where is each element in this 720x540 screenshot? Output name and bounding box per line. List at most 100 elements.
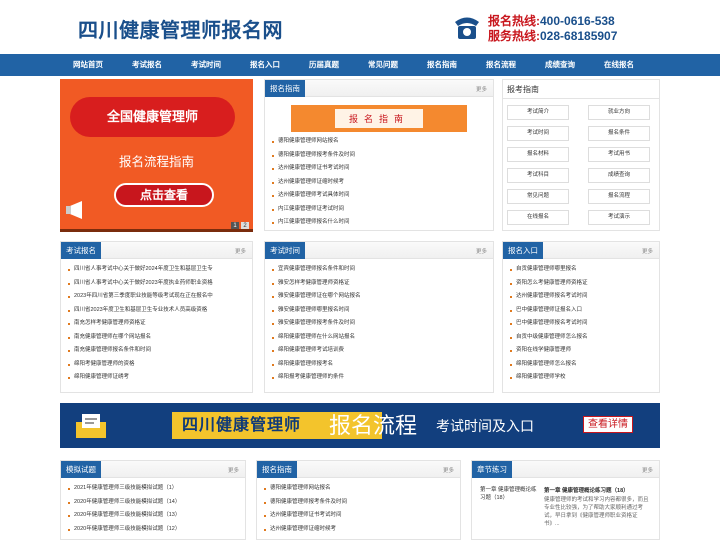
nav-item[interactable]: 常见问题 xyxy=(353,54,412,76)
list-item[interactable]: 德阳健康管理师报考条件及时间 xyxy=(272,149,487,163)
list-item[interactable]: 南充怎样考健康管理师资格证 xyxy=(68,317,246,331)
guide-image[interactable]: 报名指南 xyxy=(291,105,467,132)
phone-icon xyxy=(455,17,479,39)
nav-item[interactable]: 考试报名 xyxy=(117,54,176,76)
exam-reg-list: 四川省人事考试中心关于做好2024年度卫生和基层卫生专 四川省人事考试中心关于做… xyxy=(61,259,252,385)
exam-guide-button[interactable]: 报名流程 xyxy=(588,189,650,204)
exam-guide-grid: 考试简介 就业方向 考试时间 报名条件 报名材料 考试用书 考试科目 成绩查询 … xyxy=(503,99,659,225)
more-link[interactable]: 更多 xyxy=(476,247,487,255)
list-item[interactable]: 雅安健康管理师哪里报名时间 xyxy=(272,304,487,318)
list-item[interactable]: 雅安健康管理师证在哪个网站报名 xyxy=(272,290,487,304)
list-item[interactable]: 绵阳健康管理师证绣考 xyxy=(68,371,246,385)
list-item[interactable]: 四川省人事考试中心关于做好2024年度卫生和基层卫生专 xyxy=(68,263,246,277)
list-item[interactable]: 四川省人事考试中心关于做好2023年度执业药师职业资格 xyxy=(68,277,246,291)
exam-guide-button[interactable]: 成绩查询 xyxy=(588,168,650,183)
list-item[interactable]: 资阳怎么考健康管理师资格证 xyxy=(510,277,653,291)
list-item[interactable]: 雅安健康管理师报考条件及时间 xyxy=(272,317,487,331)
list-item[interactable]: 达州健康管理师证书考试时间 xyxy=(272,162,487,176)
list-item[interactable]: 2023年四川省第三季度职业技能等级考试现在正在报名中 xyxy=(68,290,246,304)
exam-guide-box: 报考指南 考试简介 就业方向 考试时间 报名条件 报名材料 考试用书 考试科目 … xyxy=(502,79,660,231)
chapter-description: 健康管理师的考试和学习内容都很多，而且专业性比较强，为了帮助大家顺利通过考试，早… xyxy=(544,497,649,527)
site-title[interactable]: 四川健康管理师报名网 xyxy=(78,14,283,43)
banner-stripe xyxy=(60,229,253,232)
nav-item[interactable]: 成绩查询 xyxy=(530,54,589,76)
exam-guide-button[interactable]: 考试科目 xyxy=(507,168,569,183)
list-item[interactable]: 2021年健康管理师三级技能模拟试题（1） xyxy=(68,482,239,496)
chapter-image[interactable]: 第一章 健康管理概论练习题（18） xyxy=(480,486,542,514)
guide-image-text: 报名指南 xyxy=(334,109,423,128)
guide-panel: 报名指南 更多 报名指南 德阳健康管理师网站报名 德阳健康管理师报考条件及时间 … xyxy=(264,79,494,231)
list-item[interactable]: 绵阳报考健康管理师的条件 xyxy=(272,371,487,385)
more-link[interactable]: 更多 xyxy=(228,466,239,474)
view-details-button[interactable]: 查看详情 xyxy=(583,416,633,433)
process-banner[interactable]: 四川健康管理师 报名流程 考试时间及入口 查看详情 xyxy=(60,403,660,448)
nav-item[interactable]: 报名指南 xyxy=(412,54,471,76)
panel-header: 章节练习 更多 xyxy=(472,461,659,478)
exam-guide-button[interactable]: 常见问题 xyxy=(507,189,569,204)
exam-guide-button[interactable]: 就业方向 xyxy=(588,105,650,120)
hotline-2: 服务热线:028-68185907 xyxy=(488,29,618,43)
list-item[interactable]: 宜宾健康管理师报名条件和时间 xyxy=(272,263,487,277)
list-item[interactable]: 自贡健康管理师哪里报名 xyxy=(510,263,653,277)
list-item[interactable]: 巴中健康管理师证报名入口 xyxy=(510,304,653,318)
nav-item[interactable]: 在线报名 xyxy=(589,54,648,76)
panel-title[interactable]: 模拟试题 xyxy=(61,461,101,478)
exam-guide-button[interactable]: 报名材料 xyxy=(507,147,569,162)
list-item[interactable]: 2020年健康管理师三级技能模拟试题（14） xyxy=(68,496,239,510)
panel-title[interactable]: 报名指南 xyxy=(265,80,305,97)
list-item[interactable]: 德阳健康管理师报考条件及时间 xyxy=(264,496,454,510)
list-item[interactable]: 内江健康管理师报名什么时间 xyxy=(272,216,487,230)
nav-item[interactable]: 考试时间 xyxy=(176,54,235,76)
exam-guide-button[interactable]: 考试用书 xyxy=(588,147,650,162)
chapter-heading[interactable]: 第一章 健康管理概论练习题（18） xyxy=(544,486,629,494)
list-item[interactable]: 达州健康管理师考试具体时间 xyxy=(272,189,487,203)
list-item[interactable]: 2020年健康管理师三级技能模拟试题（12） xyxy=(68,523,239,537)
more-link[interactable]: 更多 xyxy=(642,466,653,474)
list-item[interactable]: 绵阳考健康管理师的资格 xyxy=(68,358,246,372)
panel-title[interactable]: 考试时间 xyxy=(265,242,305,259)
list-item[interactable]: 雅安怎样考健康管理师资格证 xyxy=(272,277,487,291)
list-item[interactable]: 巴中健康管理师报名考试时间 xyxy=(510,317,653,331)
list-item[interactable]: 2020年健康管理师三级技能模拟试题（13） xyxy=(68,509,239,523)
list-item[interactable]: 达州健康管理师报名考试时间 xyxy=(510,290,653,304)
exam-guide-button[interactable]: 在线报名 xyxy=(507,210,569,225)
list-item[interactable]: 南充健康管理师报名条件和时间 xyxy=(68,344,246,358)
more-link[interactable]: 更多 xyxy=(443,466,454,474)
nav-item[interactable]: 网站首页 xyxy=(58,54,117,76)
exam-guide-button[interactable]: 考试时间 xyxy=(507,126,569,141)
list-item[interactable]: 德阳健康管理师网站报名 xyxy=(272,135,487,149)
exam-guide-button[interactable]: 考试简介 xyxy=(507,105,569,120)
nav-item[interactable]: 历届真题 xyxy=(294,54,353,76)
list-item[interactable]: 绵阳健康管理师学校 xyxy=(510,371,653,385)
panel-title[interactable]: 章节练习 xyxy=(472,461,512,478)
exam-guide-button[interactable]: 考试演示 xyxy=(588,210,650,225)
list-item[interactable]: 达州健康管理师证缩时候考 xyxy=(264,523,454,537)
panel-title[interactable]: 报名入口 xyxy=(503,242,543,259)
list-item[interactable]: 自贡中级健康管理师怎么报名 xyxy=(510,331,653,345)
list-item[interactable]: 绵阳健康管理师考试培训费 xyxy=(272,344,487,358)
list-item[interactable]: 达州健康管理师证缩时候考 xyxy=(272,176,487,190)
list-item[interactable]: 达州健康管理师证书考试时间 xyxy=(264,509,454,523)
exam-guide-button[interactable]: 报名条件 xyxy=(588,126,650,141)
list-item[interactable]: 绵阳健康管理师在什么网站报名 xyxy=(272,331,487,345)
list-item[interactable]: 资阳在线学健康管理师 xyxy=(510,344,653,358)
panel-title[interactable]: 报名指南 xyxy=(257,461,297,478)
list-item[interactable]: 绵阳健康管理师怎么报名 xyxy=(510,358,653,372)
list-item[interactable]: 德阳健康管理师网站报名 xyxy=(264,482,454,496)
banner-button[interactable]: 点击查看 xyxy=(114,183,214,207)
more-link[interactable]: 更多 xyxy=(476,85,487,93)
list-item[interactable]: 绵阳健康管理师报考名 xyxy=(272,358,487,372)
main-nav: 网站首页 考试报名 考试时间 报名入口 历届真题 常见问题 报名指南 报名流程 … xyxy=(0,54,720,76)
list-item[interactable]: 内江健康管理师证考试时间 xyxy=(272,203,487,217)
nav-item[interactable]: 报名入口 xyxy=(235,54,294,76)
more-link[interactable]: 更多 xyxy=(642,247,653,255)
header: 四川健康管理师报名网 报名热线:400-0616-538 服务热线:028-68… xyxy=(0,0,720,54)
list-item[interactable]: 南充健康管理师在哪个网站报名 xyxy=(68,331,246,345)
banner-subtitle: 报名流程指南 xyxy=(118,155,194,169)
more-link[interactable]: 更多 xyxy=(235,247,246,255)
promo-banner[interactable]: 全国健康管理师 报名流程指南 点击查看 1 2 xyxy=(60,79,253,232)
list-item[interactable]: 四川省2023年度卫生和基层卫生专业技术人员高级资格 xyxy=(68,304,246,318)
nav-item[interactable]: 报名流程 xyxy=(471,54,530,76)
panel-header: 考试时间 更多 xyxy=(265,242,493,259)
panel-title[interactable]: 考试报名 xyxy=(61,242,101,259)
